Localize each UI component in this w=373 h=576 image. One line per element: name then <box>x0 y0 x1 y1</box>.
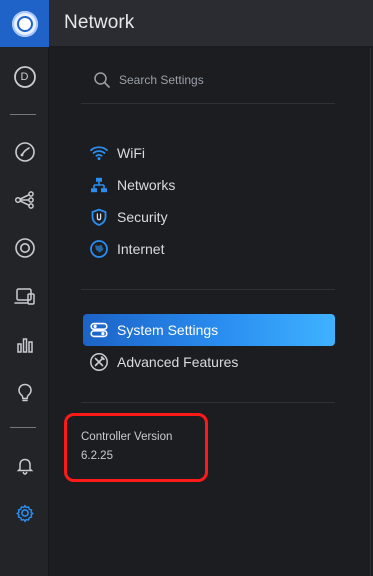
clients-icon <box>13 288 35 305</box>
rail-item-clients[interactable] <box>0 280 49 312</box>
avatar-initial: D <box>20 71 29 83</box>
dashboard-icon <box>14 142 35 162</box>
menu-item-advanced-features-label: Advanced Features <box>117 354 239 370</box>
alerts-icon <box>16 458 33 475</box>
settings-icon <box>15 504 34 523</box>
menu-item-internet[interactable]: Internet <box>83 233 335 265</box>
menu-item-security-label: Security <box>117 209 168 225</box>
left-rail: D <box>0 0 49 576</box>
devices-icon <box>14 238 35 258</box>
controller-version-value: 6.2.25 <box>81 450 113 462</box>
menu-item-security[interactable]: Security <box>83 201 335 233</box>
menu-item-networks[interactable]: Networks <box>83 169 335 201</box>
shield-icon <box>89 207 109 227</box>
controller-version: Controller Version 6.2.25 <box>81 431 221 462</box>
rail-item-dashboard[interactable] <box>0 136 49 168</box>
settings-panel: Search Settings WiFi Networks Security I… <box>49 47 373 576</box>
rail-item-devices[interactable] <box>0 232 49 264</box>
wifi-icon <box>89 143 109 163</box>
menu-item-internet-label: Internet <box>117 241 165 257</box>
rail-item-insights[interactable] <box>0 376 49 408</box>
divider-footer <box>81 402 335 403</box>
tools-icon <box>89 352 109 372</box>
menu-item-networks-label: Networks <box>117 177 176 193</box>
logo[interactable] <box>0 0 49 47</box>
panel-right-border <box>370 48 371 576</box>
search-input[interactable]: Search Settings <box>119 73 204 87</box>
header-bar: Network <box>49 0 373 47</box>
settings-menu-primary: WiFi Networks Security Internet <box>83 137 335 265</box>
menu-item-system-settings-label: System Settings <box>117 322 219 338</box>
divider-search <box>81 103 335 104</box>
stats-icon <box>16 338 33 353</box>
rail-item-stats[interactable] <box>0 328 49 360</box>
user-avatar-button[interactable]: D <box>0 61 49 93</box>
toggles-icon <box>89 320 109 340</box>
rail-item-settings[interactable] <box>0 497 49 529</box>
logo-icon <box>11 10 38 37</box>
insights-icon <box>17 383 32 402</box>
rail-item-alerts[interactable] <box>0 449 49 481</box>
settings-menu-secondary: System Settings Advanced Features <box>83 314 335 378</box>
rail-divider-top <box>10 114 36 115</box>
globe-icon <box>89 239 109 259</box>
topology-icon <box>14 191 34 209</box>
controller-version-label: Controller Version <box>81 431 173 443</box>
search-icon <box>94 72 110 88</box>
menu-item-wifi[interactable]: WiFi <box>83 137 335 169</box>
settings-search[interactable]: Search Settings <box>93 71 333 89</box>
rail-item-topology[interactable] <box>0 184 49 216</box>
rail-divider-bottom <box>10 427 36 428</box>
menu-item-advanced-features[interactable]: Advanced Features <box>83 346 335 378</box>
menu-item-system-settings[interactable]: System Settings <box>83 314 335 346</box>
networks-icon <box>89 175 109 195</box>
menu-item-wifi-label: WiFi <box>117 145 145 161</box>
unifi-network-settings: D Network Search Settings WiFi Networks … <box>0 0 373 576</box>
divider-menu <box>81 289 335 290</box>
page-title: Network <box>64 12 135 33</box>
